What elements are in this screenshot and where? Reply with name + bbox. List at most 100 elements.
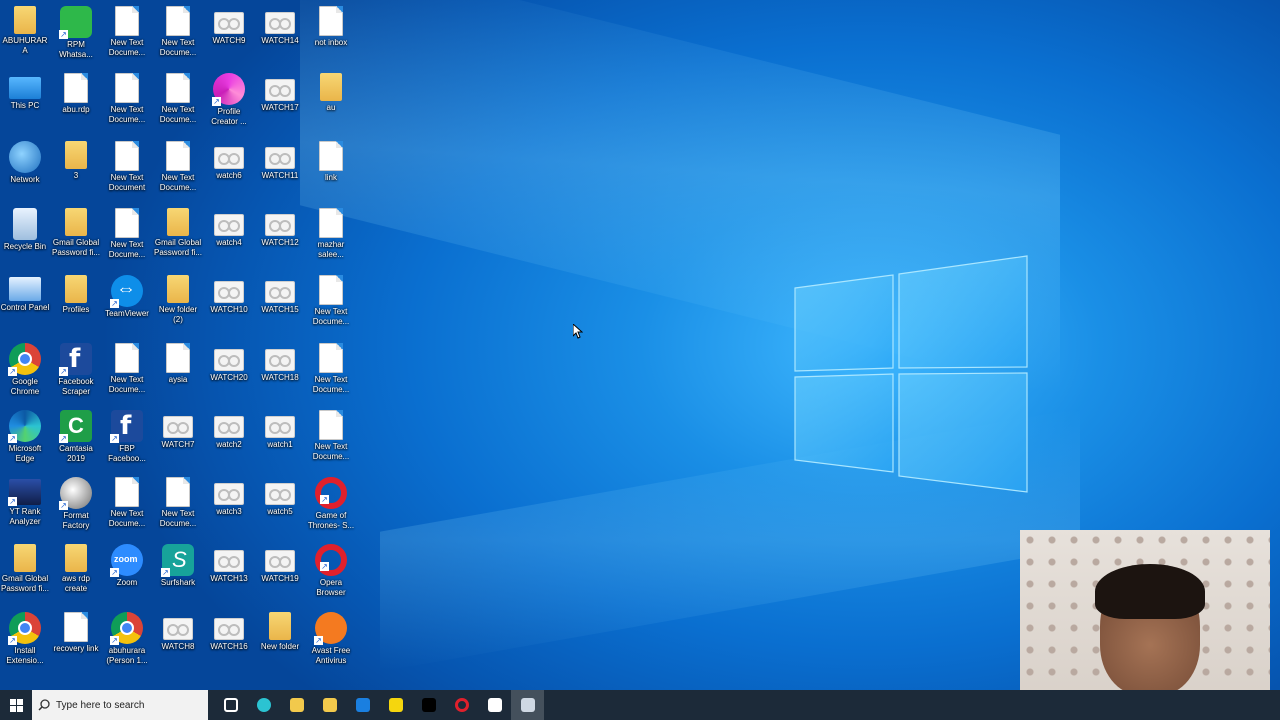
desktop-icon[interactable]: WATCH19 xyxy=(255,540,305,606)
desktop-icon[interactable]: Game of Thrones- S... xyxy=(306,473,356,539)
desktop-icon[interactable]: Microsoft Edge xyxy=(0,406,50,472)
desktop-icon[interactable]: WATCH16 xyxy=(204,608,254,674)
desktop-icon[interactable]: watch4 xyxy=(204,204,254,270)
desktop-icon[interactable]: watch2 xyxy=(204,406,254,472)
desktop-icon[interactable]: Gmail Global Password fi... xyxy=(51,204,101,270)
desktop-icon[interactable]: WATCH13 xyxy=(204,540,254,606)
desktop-icon[interactable]: Control Panel xyxy=(0,271,50,337)
desktop-icon[interactable]: aws rdp create xyxy=(51,540,101,606)
desktop-icon[interactable]: New Text Document xyxy=(102,137,152,203)
camtasia-icon xyxy=(59,409,92,443)
desktop-icon[interactable]: Gmail Global Password fi... xyxy=(153,204,203,270)
desktop-icon[interactable]: Camtasia 2019 xyxy=(51,406,101,472)
desktop-icon[interactable]: WATCH7 xyxy=(153,406,203,472)
desktop-icon[interactable]: watch6 xyxy=(204,137,254,203)
desktop-icon[interactable]: link xyxy=(306,137,356,203)
desktop-icon-label: Google Chrome xyxy=(10,376,40,396)
desktop-icon[interactable]: New folder (2) xyxy=(153,271,203,337)
desktop-icon-label: watch4 xyxy=(216,237,242,247)
desktop-icon-label: Surfshark xyxy=(160,578,196,588)
desktop-icon[interactable]: WATCH17 xyxy=(255,69,305,135)
desktop-icon[interactable]: mazhar salee... xyxy=(306,204,356,270)
taskbar-app-button[interactable] xyxy=(214,690,247,720)
taskbar-app-button[interactable] xyxy=(511,690,544,720)
taskbar-app-button[interactable] xyxy=(379,690,412,720)
desktop-icon[interactable]: New Text Docume... xyxy=(153,69,203,135)
desktop-icon-label: WATCH16 xyxy=(210,641,248,651)
desktop-icon-label: FBP Faceboo... xyxy=(108,443,146,463)
desktop-icon[interactable]: YT Rank Analyzer xyxy=(0,473,50,539)
desktop-icon[interactable]: au xyxy=(306,69,356,135)
desktop-icon[interactable]: Surfshark xyxy=(153,540,203,606)
desktop-icon[interactable]: New Text Docume... xyxy=(306,339,356,405)
desktop-icon[interactable]: Network xyxy=(0,137,50,203)
desktop-icon-label: Gmail Global Password fi... xyxy=(0,574,49,594)
desktop-icon[interactable]: Recycle Bin xyxy=(0,204,50,270)
desktop-icon-label: Network xyxy=(10,174,40,184)
desktop-icon[interactable]: watch5 xyxy=(255,473,305,539)
desktop-icon[interactable]: This PC xyxy=(0,69,50,135)
desktop-icon[interactable]: ABUHURARA xyxy=(0,2,50,68)
taskbar-app-button[interactable] xyxy=(478,690,511,720)
chrome-icon xyxy=(8,611,41,645)
desktop-icon[interactable]: New Text Docume... xyxy=(102,69,152,135)
desktop-icon[interactable]: recovery link xyxy=(51,608,101,674)
watch-file-icon xyxy=(214,12,244,34)
document-icon xyxy=(115,477,139,508)
desktop-icon[interactable]: WATCH14 xyxy=(255,2,305,68)
desktop-icon[interactable]: WATCH8 xyxy=(153,608,203,674)
taskbar-app-button[interactable] xyxy=(412,690,445,720)
desktop-icon[interactable]: Install Extensio... xyxy=(0,608,50,674)
desktop-icon[interactable]: Gmail Global Password fi... xyxy=(0,540,50,606)
desktop-icon[interactable]: not inbox xyxy=(306,2,356,68)
start-button[interactable] xyxy=(0,690,32,720)
desktop-icon[interactable]: WATCH15 xyxy=(255,271,305,337)
taskbar-apps xyxy=(214,690,544,720)
desktop-icon[interactable]: watch1 xyxy=(255,406,305,472)
desktop-icon-label: WATCH18 xyxy=(261,372,299,382)
desktop-icon[interactable]: New Text Docume... xyxy=(153,137,203,203)
desktop-icon[interactable]: WATCH9 xyxy=(204,2,254,68)
document-icon xyxy=(64,611,88,642)
desktop-icon[interactable]: Avast Free Antivirus xyxy=(306,608,356,674)
desktop-icon[interactable]: Zoom xyxy=(102,540,152,606)
desktop-icon[interactable]: New Text Docume... xyxy=(153,2,203,68)
desktop-icon[interactable]: abu.rdp xyxy=(51,69,101,135)
desktop-icon[interactable]: aysia xyxy=(153,339,203,405)
desktop-icon[interactable]: New Text Docume... xyxy=(102,204,152,270)
desktop-icon[interactable]: WATCH12 xyxy=(255,204,305,270)
desktop-icon[interactable]: WATCH11 xyxy=(255,137,305,203)
desktop-icon[interactable]: WATCH20 xyxy=(204,339,254,405)
desktop-icon[interactable]: WATCH10 xyxy=(204,271,254,337)
desktop-icon[interactable]: New Text Docume... xyxy=(102,2,152,68)
desktop-icon[interactable]: watch3 xyxy=(204,473,254,539)
desktop-icon[interactable]: Format Factory xyxy=(51,473,101,539)
desktop-icon[interactable]: Profile Creator ... xyxy=(204,69,254,135)
desktop-icon-label: New folder xyxy=(260,641,300,651)
taskbar-app-button[interactable] xyxy=(445,690,478,720)
desktop-icon[interactable]: New folder xyxy=(255,608,305,674)
desktop-icon-label: Avast Free Antivirus xyxy=(311,645,351,665)
desktop-icon[interactable]: RPM Whatsa... xyxy=(51,2,101,68)
desktop-icon[interactable]: New Text Docume... xyxy=(153,473,203,539)
taskbar-app-button[interactable] xyxy=(280,690,313,720)
desktop-icon[interactable]: WATCH18 xyxy=(255,339,305,405)
desktop-icon[interactable]: FBP Faceboo... xyxy=(102,406,152,472)
desktop-icon[interactable]: Profiles xyxy=(51,271,101,337)
desktop-icon[interactable]: Google Chrome xyxy=(0,339,50,405)
desktop-icon[interactable]: New Text Docume... xyxy=(306,271,356,337)
desktop-icon[interactable]: abuhurara (Person 1... xyxy=(102,608,152,674)
taskbar-app-button[interactable] xyxy=(313,690,346,720)
desktop-icon[interactable]: TeamViewer xyxy=(102,271,152,337)
desktop-icon-label: WATCH7 xyxy=(161,439,195,449)
desktop-icon[interactable]: New Text Docume... xyxy=(102,339,152,405)
desktop-icon[interactable]: 3 xyxy=(51,137,101,203)
taskbar-app-button[interactable] xyxy=(247,690,280,720)
opera-icon xyxy=(315,477,347,510)
taskbar-search-box[interactable]: Type here to search xyxy=(32,690,208,720)
taskbar-app-button[interactable] xyxy=(346,690,379,720)
desktop-icon[interactable]: Facebook Scraper xyxy=(51,339,101,405)
desktop-icon[interactable]: Opera Browser xyxy=(306,540,356,606)
desktop-icon[interactable]: New Text Docume... xyxy=(306,406,356,472)
desktop-icon[interactable]: New Text Docume... xyxy=(102,473,152,539)
